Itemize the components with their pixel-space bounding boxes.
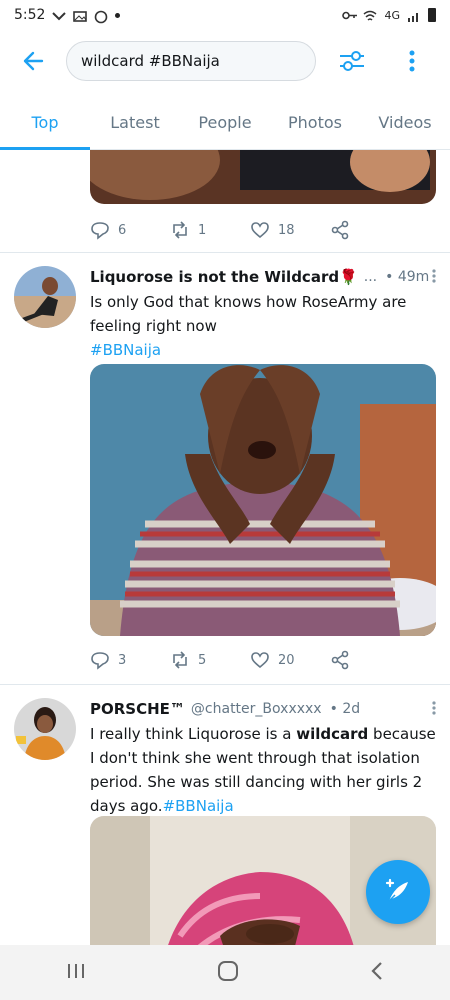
search-filter-button[interactable] [332, 41, 372, 81]
avatar[interactable] [14, 698, 76, 760]
share-button[interactable] [330, 220, 410, 240]
tweet-options-button[interactable] [432, 268, 436, 287]
tweet-time: • 49m [385, 269, 430, 285]
recent-apps-button[interactable] [66, 962, 86, 984]
more-vertical-icon [432, 700, 436, 715]
whatsapp-icon [94, 10, 108, 23]
tweet-text-before: I really think Liquorose is a [90, 725, 292, 743]
like-button[interactable]: 20 [250, 650, 330, 670]
search-input[interactable]: wildcard #BBNaija [66, 41, 316, 81]
tweet-options-button[interactable] [432, 700, 436, 719]
wifi-icon [363, 10, 377, 21]
status-time: 5:52 [14, 7, 46, 23]
retweet-button[interactable]: 5 [170, 650, 250, 670]
key-icon [342, 10, 358, 21]
tweet-media-image[interactable] [90, 364, 436, 636]
tweet-time-value: 2d [342, 701, 361, 717]
compose-quill-icon [385, 878, 408, 902]
like-button[interactable]: 18 [250, 220, 330, 240]
chevron-left-icon [371, 961, 383, 980]
heart-icon [251, 652, 269, 669]
share-icon [331, 650, 349, 670]
retweet-count: 5 [198, 652, 207, 668]
sliders-icon [340, 51, 364, 71]
tab-photos[interactable]: Photos [270, 96, 360, 149]
avatar[interactable] [14, 266, 76, 328]
reply-button[interactable]: 6 [90, 220, 170, 240]
search-highlight: wildcard [296, 725, 369, 743]
tweet-text: Is only God that knows how RoseArmy are … [90, 290, 436, 362]
tweet-feed[interactable]: 6 1 18 Liquorose is not the Wildcard🌹 ..… [0, 150, 450, 945]
tab-top[interactable]: Top [0, 96, 90, 150]
status-bar: 5:52 4G [0, 0, 450, 30]
reply-icon [91, 222, 109, 240]
recent-apps-icon [67, 963, 84, 978]
retweet-button[interactable]: 1 [170, 220, 250, 240]
gallery-icon [73, 10, 88, 22]
share-icon [331, 220, 349, 240]
reply-button[interactable]: 3 [90, 650, 170, 670]
reply-icon [91, 652, 109, 670]
signal-icon [407, 10, 421, 22]
tweet-media-image[interactable] [90, 150, 436, 204]
tweet-header: PORSCHE™ @chatter_Boxxxxx • 2d [90, 698, 436, 720]
tweet-time-value: 49m [397, 269, 430, 285]
tab-people[interactable]: People [180, 96, 270, 149]
tweet-text: I really think Liquorose is a wildcard b… [90, 722, 436, 818]
search-query: wildcard #BBNaija [81, 52, 220, 70]
network-type: 4G [384, 8, 400, 22]
tweet-header: Liquorose is not the Wildcard🌹 ... • 49m [90, 266, 436, 288]
system-back-button[interactable] [370, 961, 384, 985]
tweet-actions: 6 1 18 [90, 218, 410, 242]
retweet-icon [173, 221, 187, 239]
display-name[interactable]: PORSCHE™ [90, 700, 185, 718]
like-count: 20 [278, 652, 295, 668]
more-vertical-icon [432, 268, 436, 283]
tweet-actions: 3 5 20 [90, 648, 410, 672]
search-tabs: Top Latest People Photos Videos [0, 96, 450, 150]
tweet[interactable]: Liquorose is not the Wildcard🌹 ... • 49m… [0, 252, 450, 684]
search-header: wildcard #BBNaija [0, 30, 450, 92]
compose-tweet-button[interactable] [366, 860, 430, 924]
hashtag-link[interactable]: #BBNaija [90, 338, 436, 362]
more-vertical-icon [409, 50, 415, 72]
reply-count: 6 [118, 222, 127, 238]
retweet-icon [173, 651, 187, 669]
back-button[interactable] [0, 30, 66, 92]
arrow-left-icon [23, 51, 44, 71]
like-count: 18 [278, 222, 295, 238]
retweet-count: 1 [198, 222, 207, 238]
tab-videos[interactable]: Videos [360, 96, 450, 149]
user-handle[interactable]: @chatter_Boxxxxx [191, 701, 322, 717]
battery-icon [428, 8, 436, 22]
overflow-menu-button[interactable] [392, 41, 432, 81]
system-navigation-bar [0, 945, 450, 1000]
tweet-time: • 2d [329, 701, 361, 717]
share-button[interactable] [330, 650, 410, 670]
home-icon [217, 960, 238, 981]
notification-dot [115, 12, 121, 18]
heart-icon [251, 222, 269, 239]
name-ellipsis: ... [363, 269, 378, 285]
hashtag-link[interactable]: #BBNaija [163, 797, 234, 815]
display-name[interactable]: Liquorose is not the Wildcard🌹 [90, 268, 358, 286]
tweet-text-content: Is only God that knows how RoseArmy are … [90, 293, 407, 335]
tab-latest[interactable]: Latest [90, 96, 180, 149]
missed-call-icon [52, 10, 67, 21]
home-button[interactable] [217, 960, 239, 986]
reply-count: 3 [118, 652, 127, 668]
